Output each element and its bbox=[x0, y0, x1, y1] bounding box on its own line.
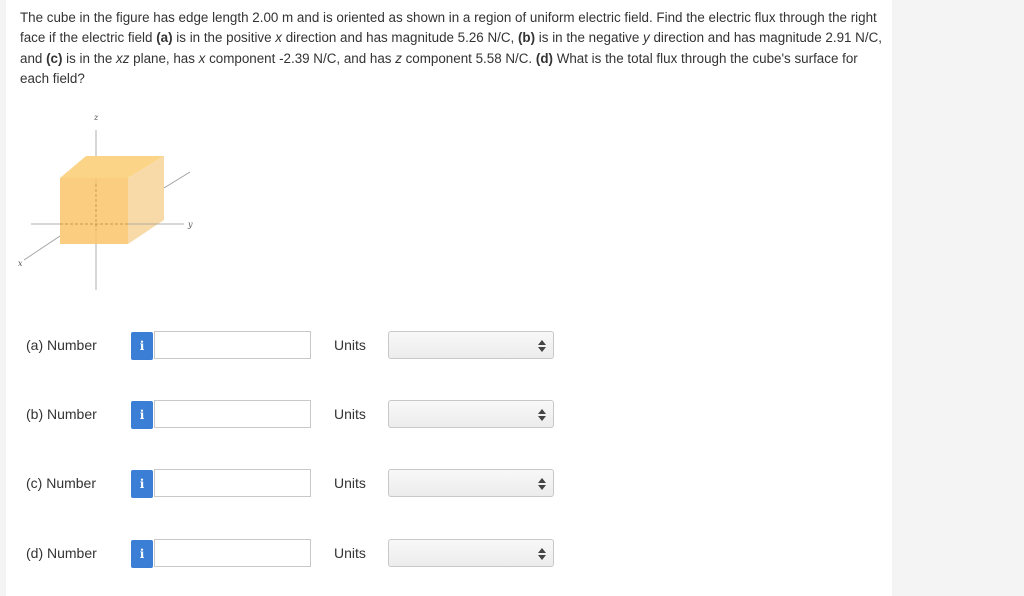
units-label: Units bbox=[334, 545, 366, 561]
units-select[interactable] bbox=[388, 469, 554, 497]
question-text-part: component -2.39 N/C, and has bbox=[205, 50, 396, 66]
cube-figure: z y x bbox=[18, 113, 193, 290]
units-select[interactable] bbox=[388, 331, 554, 359]
question-text: The cube in the figure has edge length 2… bbox=[20, 8, 882, 89]
question-text-part: is in the negative bbox=[535, 30, 644, 46]
part-label: (d) Number bbox=[26, 545, 97, 561]
info-icon[interactable]: i bbox=[131, 540, 153, 568]
number-input[interactable] bbox=[154, 331, 311, 359]
select-arrows-icon bbox=[538, 478, 546, 490]
number-input[interactable] bbox=[154, 400, 311, 428]
y-axis-label: y bbox=[187, 220, 193, 229]
units-select[interactable] bbox=[388, 539, 554, 567]
cube-front-face bbox=[60, 178, 128, 244]
z-axis-label: z bbox=[93, 113, 99, 122]
question-text-part: is in the bbox=[62, 50, 117, 66]
part-a-tag: (a) bbox=[156, 30, 173, 46]
units-select[interactable] bbox=[388, 400, 554, 428]
info-icon[interactable]: i bbox=[131, 401, 153, 429]
part-label: (c) Number bbox=[26, 475, 97, 491]
info-icon[interactable]: i bbox=[131, 470, 153, 498]
question-text-part: plane, has bbox=[129, 50, 199, 66]
variable-y: y bbox=[643, 30, 650, 46]
x-axis bbox=[23, 235, 61, 261]
question-text-part: is in the positive bbox=[172, 30, 276, 46]
number-input[interactable] bbox=[154, 469, 311, 497]
select-arrows-icon bbox=[538, 340, 546, 352]
question-text-part: component 5.58 N/C. bbox=[401, 50, 536, 66]
units-label: Units bbox=[334, 475, 366, 491]
select-arrows-icon bbox=[538, 548, 546, 560]
part-label: (b) Number bbox=[26, 406, 97, 422]
part-c-tag: (c) bbox=[46, 50, 63, 66]
part-b-tag: (b) bbox=[517, 30, 536, 46]
info-icon[interactable]: i bbox=[131, 332, 153, 360]
part-d-tag: (d) bbox=[535, 50, 553, 66]
question-text-part: direction and has magnitude 5.26 N/C, bbox=[282, 30, 518, 46]
variable-xz: xz bbox=[116, 50, 130, 66]
variable-z: z bbox=[395, 50, 402, 66]
select-arrows-icon bbox=[538, 409, 546, 421]
part-label: (a) Number bbox=[26, 337, 97, 353]
x-axis-label: x bbox=[18, 259, 23, 268]
units-label: Units bbox=[334, 337, 366, 353]
number-input[interactable] bbox=[154, 539, 311, 567]
question-panel: The cube in the figure has edge length 2… bbox=[6, 0, 892, 596]
x-axis-back bbox=[163, 171, 191, 189]
units-label: Units bbox=[334, 406, 366, 422]
variable-x: x bbox=[275, 30, 282, 46]
